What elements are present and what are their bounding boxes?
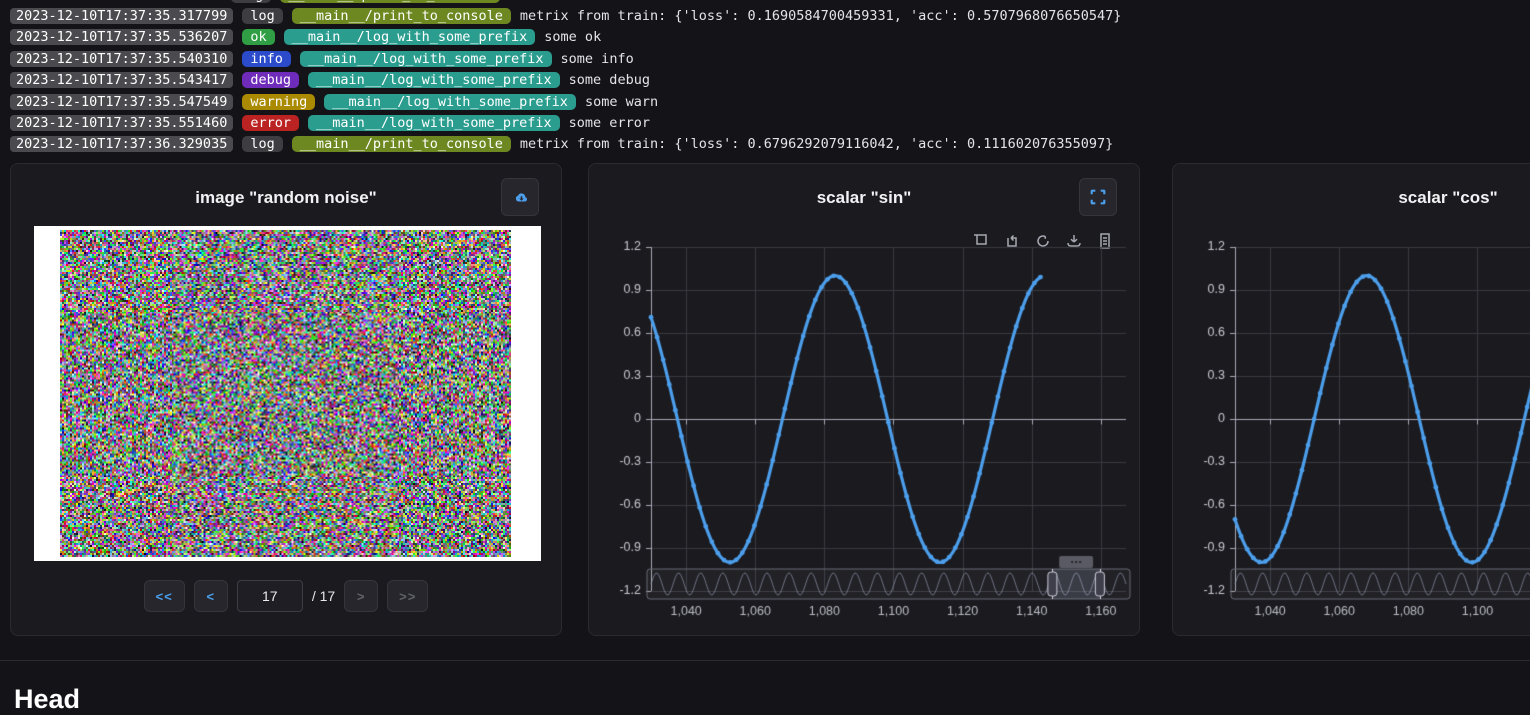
log-console: log__main__/print_to_console2023-12-10T1… [0, 0, 1530, 161]
log-level-badge: log [231, 0, 271, 3]
page-number-input[interactable] [237, 580, 303, 612]
log-row: 2023-12-10T17:37:35.317799 log __main__/pr… [0, 5, 1530, 26]
section-divider [0, 660, 1530, 661]
log-message: some error [569, 115, 650, 131]
log-level-badge: info [242, 51, 291, 67]
log-level-badge: debug [242, 72, 299, 88]
first-page-button[interactable]: << [144, 580, 185, 612]
log-level-badge: warning [242, 94, 315, 110]
log-timestamp: 2023-12-10T17:37:35.317799 [10, 8, 233, 24]
log-source-badge: __main__/print_to_console [280, 0, 499, 3]
log-row: 2023-12-10T17:37:35.536207 ok __main__/log… [0, 27, 1530, 48]
log-level-badge: log [242, 136, 282, 152]
log-message: some debug [569, 72, 650, 88]
log-level-badge: error [242, 115, 299, 131]
image-pagination: << < / 17 > >> [11, 580, 561, 612]
log-row: 2023-12-10T17:37:35.543417 debug __main__/… [0, 70, 1530, 91]
download-image-button[interactable] [501, 178, 539, 216]
log-level-badge: ok [242, 29, 274, 45]
log-timestamp: 2023-12-10T17:37:36.329035 [10, 136, 233, 152]
log-message: metrix from train: {'loss': 0.6796292079… [520, 136, 1113, 152]
image-card: image "random noise" << < / 17 > >> [10, 163, 562, 636]
log-source-badge: __main__/log_with_some_prefix [324, 94, 576, 110]
log-timestamp: 2023-12-10T17:37:35.551460 [10, 115, 233, 131]
log-level-badge: log [242, 8, 282, 24]
log-source-badge: __main__/log_with_some_prefix [284, 29, 536, 45]
log-message: some info [561, 51, 634, 67]
log-message: some ok [544, 29, 601, 45]
log-row: 2023-12-10T17:37:35.540310 info __main__/l… [0, 48, 1530, 69]
log-source-badge: __main__/print_to_console [292, 8, 511, 24]
log-timestamp: 2023-12-10T17:37:35.543417 [10, 72, 233, 88]
cos-chart-canvas[interactable] [1173, 209, 1530, 634]
cos-chart-card: scalar "cos" [1172, 163, 1530, 636]
log-row: 2023-12-10T17:37:35.551460 error __main__/… [0, 112, 1530, 133]
sin-chart-card: scalar "sin" [588, 163, 1140, 636]
log-source-badge: __main__/log_with_some_prefix [300, 51, 552, 67]
page-total-label: / 17 [312, 588, 335, 604]
image-frame [34, 226, 541, 561]
log-timestamp: 2023-12-10T17:37:35.536207 [10, 29, 233, 45]
sin-chart-title: scalar "sin" [589, 188, 1139, 208]
log-row: 2023-12-10T17:37:36.329035 log __main__/pr… [0, 134, 1530, 155]
image-card-title: image "random noise" [11, 188, 561, 208]
log-timestamp: 2023-12-10T17:37:35.540310 [10, 51, 233, 67]
log-message: metrix from train: {'loss': 0.1690584700… [520, 8, 1121, 24]
log-row: 2023-12-10T17:37:35.547549 warning __main_… [0, 91, 1530, 112]
log-timestamp: 2023-12-10T17:37:35.547549 [10, 94, 233, 110]
random-noise-image [60, 230, 511, 557]
log-message: some warn [585, 94, 658, 110]
cos-chart-title: scalar "cos" [1173, 188, 1530, 208]
cloud-download-icon [511, 188, 529, 206]
sin-chart-canvas[interactable] [589, 209, 1141, 634]
last-page-button[interactable]: >> [387, 580, 428, 612]
footer-heading: Head [14, 684, 80, 715]
log-source-badge: __main__/print_to_console [292, 136, 511, 152]
log-source-badge: __main__/log_with_some_prefix [308, 72, 560, 88]
prev-page-button[interactable]: < [194, 580, 228, 612]
next-page-button[interactable]: > [344, 580, 378, 612]
fullscreen-icon [1089, 188, 1107, 206]
log-source-badge: __main__/log_with_some_prefix [308, 115, 560, 131]
